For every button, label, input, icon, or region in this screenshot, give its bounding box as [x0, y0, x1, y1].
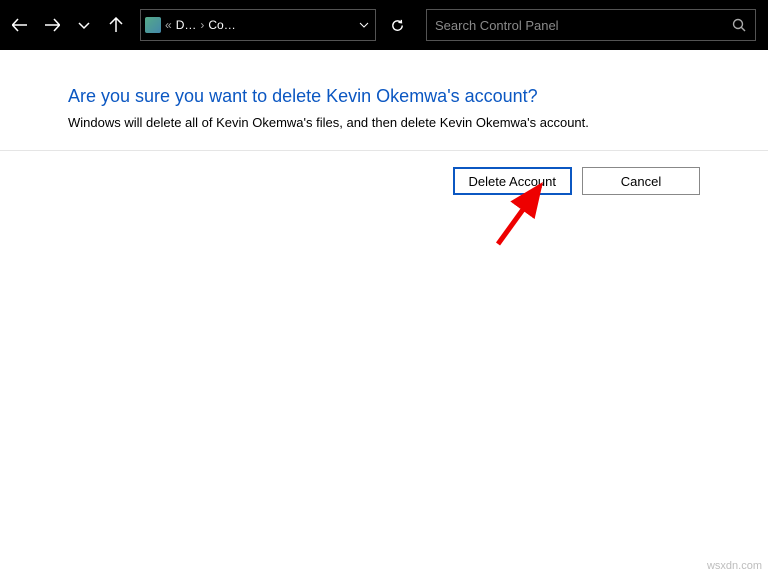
- up-button[interactable]: [102, 9, 130, 41]
- breadcrumb-dropdown-icon[interactable]: [357, 20, 371, 30]
- dialog-heading: Are you sure you want to delete Kevin Ok…: [68, 86, 700, 107]
- breadcrumb-seg1[interactable]: D…: [176, 18, 197, 32]
- search-icon[interactable]: [731, 18, 747, 32]
- back-button[interactable]: [6, 9, 34, 41]
- chevron-right-icon: ›: [200, 18, 204, 32]
- breadcrumb-seg2[interactable]: Con…: [208, 18, 238, 32]
- search-input[interactable]: [435, 18, 731, 33]
- forward-button[interactable]: [38, 9, 66, 41]
- breadcrumb-overflow-icon: «: [165, 18, 172, 32]
- breadcrumb-bar[interactable]: « D… › Con…: [140, 9, 376, 41]
- refresh-button[interactable]: [382, 9, 412, 41]
- watermark: wsxdn.com: [707, 560, 762, 572]
- search-box[interactable]: [426, 9, 756, 41]
- button-row: Delete Account Cancel: [68, 151, 700, 195]
- cancel-button[interactable]: Cancel: [582, 167, 700, 195]
- content-area: Are you sure you want to delete Kevin Ok…: [0, 50, 768, 195]
- dialog-subtext: Windows will delete all of Kevin Okemwa'…: [68, 115, 700, 130]
- delete-account-button[interactable]: Delete Account: [453, 167, 572, 195]
- recent-locations-button[interactable]: [70, 9, 98, 41]
- toolbar: « D… › Con…: [0, 0, 768, 50]
- user-accounts-icon: [145, 17, 161, 33]
